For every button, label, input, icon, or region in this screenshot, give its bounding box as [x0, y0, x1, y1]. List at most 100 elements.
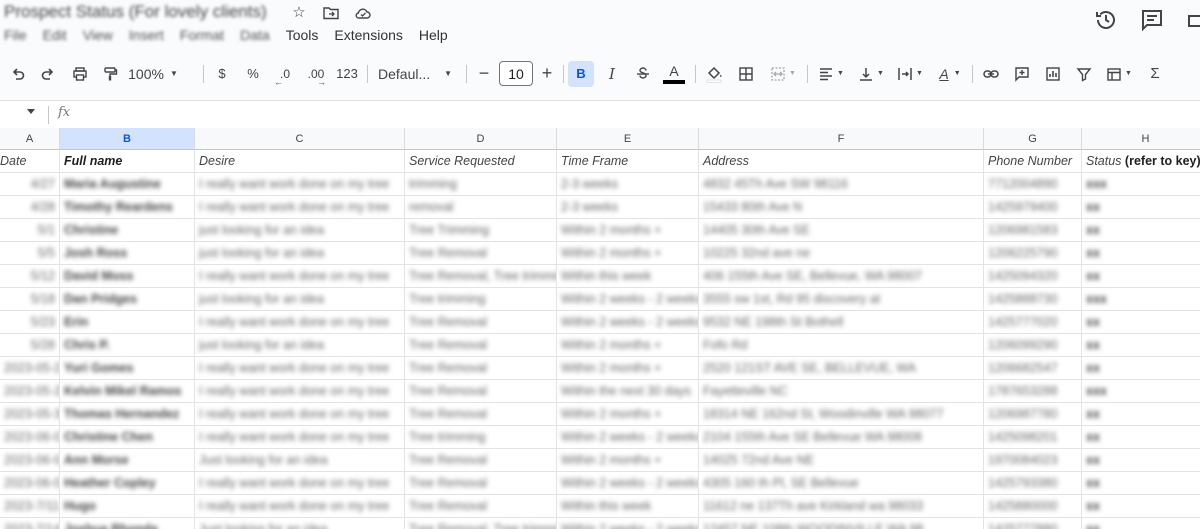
menu-help[interactable]: Help — [419, 27, 448, 43]
table-cell-e[interactable]: Within 2 weeks - 2 weeks — [557, 426, 699, 449]
table-cell-d[interactable]: Tree Removal, Tree trimming — [405, 518, 557, 529]
table-cell-g[interactable]: 1206981583 — [984, 219, 1082, 242]
table-cell-e[interactable]: Within 2 months + — [557, 219, 699, 242]
table-cell-c[interactable]: I really want work done on my tree — [195, 311, 405, 334]
header-cell-status[interactable]: Status (refer to key) — [1082, 150, 1200, 173]
star-icon[interactable]: ☆ — [290, 4, 308, 22]
table-cell-d[interactable]: Tree Removal — [405, 472, 557, 495]
table-cell-d[interactable]: Tree Removal, Tree trimming — [405, 265, 557, 288]
table-cell-e[interactable]: Within 2 weeks - 2 weeks — [557, 311, 699, 334]
table-cell-a[interactable]: 5/23 — [0, 311, 60, 334]
table-cell-g[interactable]: 1425098201 — [984, 426, 1082, 449]
table-cell-d[interactable]: Tree Trimming — [405, 219, 557, 242]
table-cell-g[interactable]: 1206682547 — [984, 357, 1082, 380]
table-cell-c[interactable]: I really want work done on my tree — [195, 196, 405, 219]
meet-icon[interactable] — [1186, 8, 1200, 32]
menu-view[interactable]: View — [83, 27, 113, 43]
column-header-e[interactable]: E — [557, 128, 699, 150]
insert-link-icon[interactable] — [979, 57, 1003, 90]
table-cell-d[interactable]: Tree Removal — [405, 334, 557, 357]
column-header-f[interactable]: F — [699, 128, 984, 150]
document-title[interactable]: Prospect Status (For lovely clients) — [4, 2, 267, 22]
table-cell-c[interactable]: I really want work done on my tree — [195, 265, 405, 288]
table-cell-c[interactable]: I really want work done on my tree — [195, 403, 405, 426]
table-cell-a[interactable]: 5/12 — [0, 265, 60, 288]
bold-button[interactable]: B — [568, 60, 594, 87]
menu-file[interactable]: File — [4, 27, 27, 43]
currency-format-button[interactable]: $ — [212, 57, 232, 90]
table-cell-f[interactable]: 14405 30th Ave SE — [699, 219, 984, 242]
table-cell-g[interactable]: 1206225790 — [984, 242, 1082, 265]
table-cell-b[interactable]: Timothy Reardens — [60, 196, 195, 219]
table-cell-c[interactable]: just looking for an idea — [195, 242, 405, 265]
table-cell-h[interactable]: xx — [1082, 265, 1200, 288]
table-cell-b[interactable]: Christine — [60, 219, 195, 242]
table-cell-a[interactable]: 2023-7/14 — [0, 518, 60, 529]
table-cell-g[interactable]: 1206987780 — [984, 403, 1082, 426]
table-cell-a[interactable]: 4/27 — [0, 173, 60, 196]
increase-font-size-button[interactable]: + — [537, 57, 557, 90]
vertical-align-icon[interactable]: ▼ — [854, 57, 888, 90]
table-cell-a[interactable]: 4/28 — [0, 196, 60, 219]
print-icon[interactable] — [68, 57, 92, 90]
table-cell-b[interactable]: Dan Pridges — [60, 288, 195, 311]
table-cell-a[interactable]: 5/5 — [0, 242, 60, 265]
table-cell-h[interactable]: xxx — [1082, 380, 1200, 403]
menu-data[interactable]: Data — [240, 27, 270, 43]
header-cell-desire[interactable]: Desire — [195, 150, 405, 173]
table-cell-h[interactable]: xxx — [1082, 288, 1200, 311]
table-cell-g[interactable]: 7712004890 — [984, 173, 1082, 196]
comments-icon[interactable] — [1140, 8, 1164, 32]
table-cell-a[interactable]: 5/1 — [0, 219, 60, 242]
header-cell-address[interactable]: Address — [699, 150, 984, 173]
text-wrapping-icon[interactable]: ▼ — [893, 57, 927, 90]
name-box-dropdown-icon[interactable] — [27, 109, 35, 114]
text-color-button[interactable]: A — [662, 57, 686, 90]
table-cell-d[interactable]: Tree Removal — [405, 380, 557, 403]
table-cell-h[interactable]: xx — [1082, 334, 1200, 357]
table-cell-d[interactable]: Tree Removal — [405, 403, 557, 426]
table-cell-c[interactable]: I really want work done on my tree — [195, 426, 405, 449]
menu-tools[interactable]: Tools — [286, 27, 319, 43]
header-cell-phone[interactable]: Phone Number — [984, 150, 1082, 173]
insert-comment-icon[interactable] — [1010, 57, 1034, 90]
table-cell-e[interactable]: 2-3 weeks — [557, 173, 699, 196]
paint-format-icon[interactable] — [98, 57, 122, 90]
table-cell-b[interactable]: Hugo — [60, 495, 195, 518]
table-cell-c[interactable]: just looking for an idea — [195, 219, 405, 242]
table-cell-a[interactable]: 2023-05-30 — [0, 403, 60, 426]
table-cell-e[interactable]: 2-3 weeks — [557, 196, 699, 219]
table-cell-f[interactable]: 2104 155th Ave SE Bellevue WA 98008 — [699, 426, 984, 449]
table-cell-e[interactable]: Within 2 months + — [557, 334, 699, 357]
table-cell-a[interactable]: 2023-06-01 — [0, 426, 60, 449]
table-cell-a[interactable]: 2023-05-28 — [0, 380, 60, 403]
table-cell-c[interactable]: I really want work done on my tree — [195, 472, 405, 495]
table-cell-e[interactable]: Within 2 weeks - 2 weeks — [557, 472, 699, 495]
table-cell-d[interactable]: Tree Removal — [405, 495, 557, 518]
filter-views-icon[interactable]: ▼ — [1101, 57, 1137, 90]
undo-icon[interactable] — [6, 57, 30, 90]
borders-icon[interactable] — [734, 57, 758, 90]
table-cell-c[interactable]: Just looking for an idea — [195, 449, 405, 472]
table-cell-a[interactable]: 5/18 — [0, 288, 60, 311]
table-cell-e[interactable]: Within 2 months + — [557, 449, 699, 472]
table-cell-f[interactable]: 11612 ne 137Th ave Kirkland wa 98033 — [699, 495, 984, 518]
move-folder-icon[interactable] — [322, 4, 340, 22]
table-cell-b[interactable]: Erin — [60, 311, 195, 334]
table-cell-g[interactable]: 1425094320 — [984, 265, 1082, 288]
menu-format[interactable]: Format — [180, 27, 224, 43]
table-cell-a[interactable]: 2023-06-05 — [0, 472, 60, 495]
column-header-g[interactable]: G — [984, 128, 1082, 150]
decrease-decimal-button[interactable]: .0 ← — [273, 57, 297, 90]
table-cell-b[interactable]: Heather Copley — [60, 472, 195, 495]
redo-icon[interactable] — [36, 57, 60, 90]
header-cell-full-name[interactable]: Full name — [60, 150, 195, 173]
table-cell-b[interactable]: Joshua Rhonda — [60, 518, 195, 529]
table-cell-e[interactable]: Within 2 months + — [557, 357, 699, 380]
table-cell-b[interactable]: Chris P. — [60, 334, 195, 357]
decrease-font-size-button[interactable]: − — [474, 57, 494, 90]
table-cell-a[interactable]: 5/28 — [0, 334, 60, 357]
horizontal-align-icon[interactable]: ▼ — [814, 57, 848, 90]
table-cell-c[interactable]: Just looking for an idea — [195, 518, 405, 529]
table-cell-f[interactable]: 2520 121ST AVE SE, BELLEVUE, WA — [699, 357, 984, 380]
